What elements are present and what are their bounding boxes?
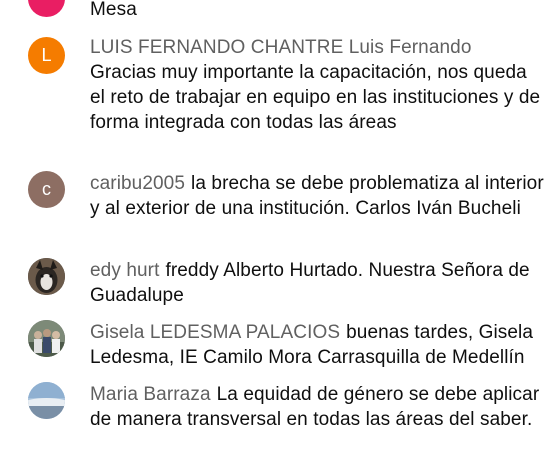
chat-message-text: caribu2005 la brecha se debe problematiza… (90, 171, 546, 221)
chat-message-text: edy hurt freddy Alberto Hurtado. Nuestra … (90, 258, 546, 308)
author-name[interactable]: LUIS FERNANDO CHANTRE Luis Fernando (90, 37, 472, 58)
avatar[interactable]: c (28, 171, 65, 208)
group-photo-icon (28, 320, 65, 357)
message-text: Mesa (90, 0, 137, 20)
author-name[interactable]: edy hurt (90, 260, 159, 281)
avatar[interactable] (28, 0, 65, 17)
author-name[interactable]: caribu2005 (90, 173, 185, 194)
message-text: Gracias muy importante la capacitación, … (90, 62, 541, 133)
live-chat-list: Mesa L LUIS FERNANDO CHANTRE Luis Fernan… (0, 0, 550, 466)
chat-message-text: Mesa (90, 0, 546, 22)
avatar[interactable]: L (28, 37, 65, 74)
chat-message-text: Maria Barraza La equidad de género se deb… (90, 382, 546, 432)
avatar[interactable] (28, 382, 65, 419)
author-name[interactable]: Maria Barraza (90, 384, 211, 405)
avatar[interactable] (28, 258, 65, 295)
chat-message-text: Gisela LEDESMA PALACIOS buenas tardes, Gi… (90, 320, 546, 370)
dog-photo-icon (28, 258, 65, 295)
landscape-photo-icon (28, 382, 65, 419)
author-name[interactable]: Gisela LEDESMA PALACIOS (90, 322, 340, 343)
avatar[interactable] (28, 320, 65, 357)
chat-message-text: LUIS FERNANDO CHANTRE Luis Fernando Grac… (90, 35, 546, 135)
